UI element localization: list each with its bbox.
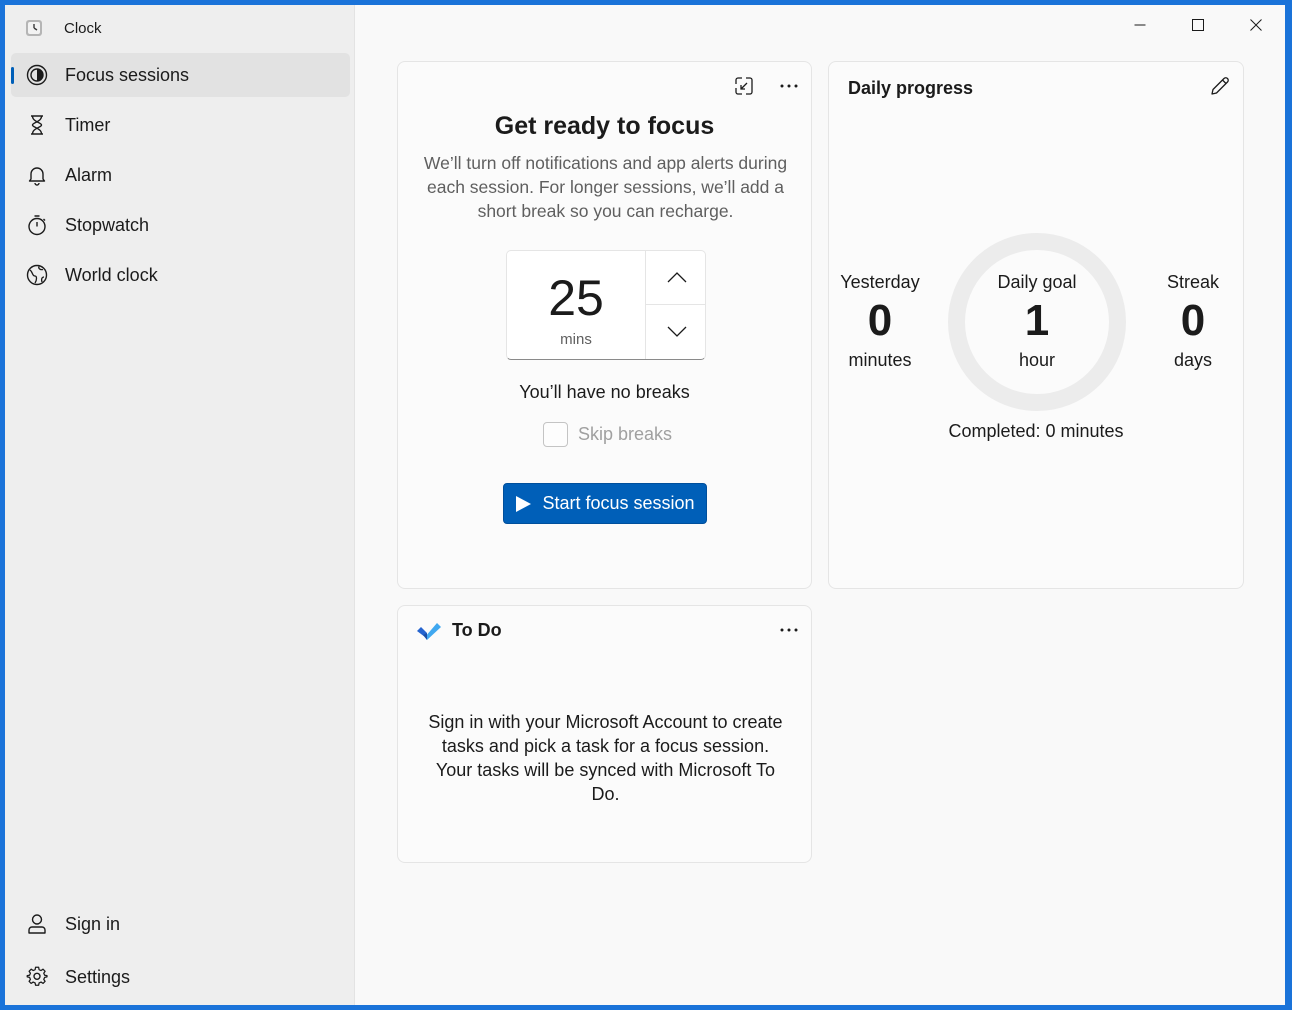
todo-header: To Do [416, 620, 502, 641]
todo-card: To Do Sign in with your Microsoft Accoun… [397, 605, 812, 863]
breaks-info: You’ll have no breaks [519, 382, 690, 402]
compact-overlay-button[interactable] [728, 74, 760, 98]
clock-window: Clock Focus sessions Timer Alarm Stopwat… [5, 5, 1285, 1005]
sidebar-item-label: Alarm [65, 164, 113, 185]
focus-title: Get ready to focus [494, 112, 715, 140]
daily-goal-value: 1 [1024, 296, 1050, 345]
skip-breaks-row[interactable]: Skip breaks [543, 421, 672, 447]
pencil-icon [1211, 77, 1229, 95]
sidebar-item-label: Stopwatch [65, 214, 150, 235]
clock-app-icon [26, 20, 42, 36]
sidebar-item-alarm[interactable]: Alarm [11, 153, 350, 197]
minimize-button[interactable] [1111, 5, 1169, 45]
edit-goal-button[interactable] [1204, 74, 1236, 98]
sidebar-item-label: Sign in [65, 913, 121, 934]
todo-check-icon [417, 622, 441, 640]
sidebar: Clock Focus sessions Timer Alarm Stopwat… [5, 5, 355, 1005]
maximize-icon [1192, 19, 1204, 31]
todo-title: To Do [452, 620, 502, 640]
minutes-unit: mins [560, 331, 592, 348]
completed-text: Completed: 0 minutes [948, 421, 1124, 441]
focus-card: Get ready to focus We’ll turn off notifi… [397, 61, 812, 589]
sidebar-item-settings[interactable]: Settings [11, 955, 350, 999]
bell-icon [28, 167, 46, 186]
app-title: Clock [64, 19, 102, 37]
minimize-icon [1134, 24, 1146, 26]
sidebar-item-focus-sessions[interactable]: Focus sessions [11, 53, 350, 97]
sidebar-item-label: Settings [65, 966, 131, 987]
globe-icon [26, 264, 48, 286]
app-title-bar: Clock [25, 18, 102, 38]
sidebar-item-timer[interactable]: Timer [11, 103, 350, 147]
chevron-down-icon [667, 326, 686, 337]
start-focus-session-label: Start focus session [542, 493, 695, 513]
yesterday-label: Yesterday [840, 272, 920, 292]
focus-description: We’ll turn off notifications and app ale… [423, 153, 788, 221]
sidebar-item-label: Timer [65, 114, 111, 135]
skip-breaks-checkbox[interactable] [543, 421, 568, 447]
minutes-spinner[interactable]: 25 mins [506, 250, 706, 360]
skip-breaks-label: Skip breaks [578, 423, 673, 444]
todo-more-button[interactable] [773, 618, 805, 642]
daily-goal-label: Daily goal [997, 272, 1077, 292]
streak-value: 0 [1180, 296, 1206, 345]
sidebar-item-stopwatch[interactable]: Stopwatch [11, 203, 350, 247]
streak-unit: days [1173, 350, 1213, 370]
focus-icon [26, 64, 48, 86]
stopwatch-icon [28, 215, 46, 236]
sidebar-item-world-clock[interactable]: World clock [11, 253, 350, 297]
daily-progress-title: Daily progress [848, 78, 974, 98]
chevron-up-icon [667, 272, 686, 283]
increase-minutes-button[interactable] [646, 251, 705, 304]
daily-goal-stat: Daily goal 1 hour [977, 271, 1097, 371]
focus-more-button[interactable] [773, 74, 805, 98]
close-icon [1250, 19, 1262, 31]
yesterday-stat: Yesterday 0 minutes [820, 271, 940, 371]
sidebar-item-sign-in[interactable]: Sign in [11, 902, 350, 946]
daily-progress-card: Daily progress Yesterday 0 minutes Daily… [828, 61, 1244, 589]
sidebar-item-label: Focus sessions [65, 64, 190, 85]
compact-overlay-icon [735, 77, 753, 95]
yesterday-value: 0 [867, 296, 893, 345]
yesterday-unit: minutes [848, 350, 912, 370]
hourglass-icon [31, 115, 43, 135]
more-icon [780, 628, 798, 632]
person-icon [28, 914, 46, 934]
daily-goal-unit: hour [1018, 350, 1056, 370]
close-button[interactable] [1227, 5, 1285, 45]
maximize-button[interactable] [1169, 5, 1227, 45]
streak-label: Streak [1166, 272, 1220, 292]
gear-icon [26, 966, 48, 986]
sidebar-item-label: World clock [65, 264, 158, 285]
todo-sign-in-message: Sign in with your Microsoft Account to c… [428, 712, 783, 804]
streak-stat: Streak 0 days [1133, 271, 1253, 371]
start-focus-session-button[interactable]: Start focus session [503, 483, 707, 524]
decrease-minutes-button[interactable] [646, 305, 705, 358]
minutes-value[interactable]: 25 [507, 269, 645, 327]
play-icon [516, 495, 532, 512]
more-icon [780, 84, 798, 88]
